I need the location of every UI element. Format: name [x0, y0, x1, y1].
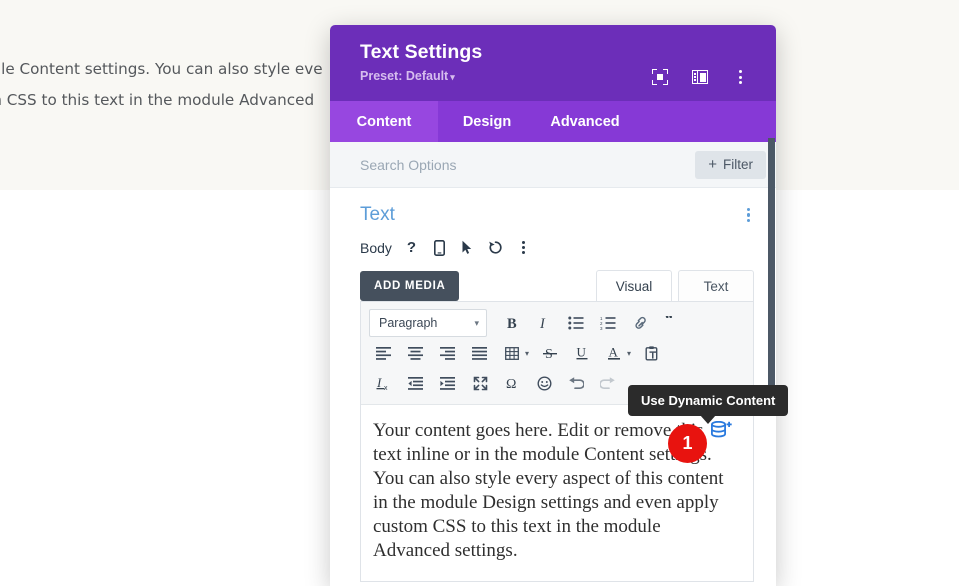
tab-visual[interactable]: Visual	[596, 270, 672, 301]
format-select[interactable]: Paragraph ▾	[369, 309, 487, 337]
panel-layout-icon	[692, 70, 708, 84]
reset-icon[interactable]	[486, 238, 505, 257]
paste-as-text-icon[interactable]	[637, 339, 667, 367]
background-paragraph-line-1: the module Content settings. You can als…	[0, 54, 348, 85]
responsive-icon[interactable]	[430, 238, 449, 257]
editor-toolbar-row-1: Paragraph ▾ B I	[369, 308, 745, 338]
svg-text:Ω: Ω	[506, 377, 516, 391]
table-chevron-down-icon[interactable]: ▾	[525, 349, 529, 358]
screenshot-root: the module Content settings. You can als…	[0, 0, 959, 586]
text-color-chevron-down-icon[interactable]: ▾	[627, 349, 631, 358]
svg-text:U: U	[577, 345, 587, 360]
align-center-icon[interactable]	[401, 339, 431, 367]
section-more-options-icon[interactable]	[747, 208, 750, 223]
redo-icon[interactable]	[593, 369, 623, 397]
svg-text:B: B	[507, 316, 517, 331]
svg-text:3: 3	[600, 326, 603, 330]
field-header-body: Body ?	[330, 226, 776, 257]
modal-scrollbar-track[interactable]	[767, 138, 776, 586]
link-icon[interactable]	[625, 309, 655, 337]
step-badge-1: 1	[668, 424, 707, 463]
section-title: Text	[360, 204, 395, 226]
tab-design[interactable]: Design	[438, 101, 536, 142]
bulleted-list-icon[interactable]	[561, 309, 591, 337]
tab-content[interactable]: Content	[330, 101, 438, 142]
plus-icon: +	[708, 157, 717, 172]
panel-layout-button[interactable]	[680, 65, 720, 89]
emoji-icon[interactable]	[529, 369, 559, 397]
modal-more-options-button[interactable]	[720, 65, 760, 89]
svg-text:I: I	[539, 316, 546, 331]
svg-text:x: x	[384, 385, 388, 391]
chevron-down-icon: ▾	[450, 72, 455, 82]
background-paragraph-line-2: ly custom CSS to this text in the module…	[0, 85, 348, 116]
svg-text:I: I	[376, 375, 382, 390]
field-label: Body	[360, 240, 392, 256]
text-color-icon[interactable]: A	[599, 339, 629, 367]
preset-label: Preset: Default	[360, 69, 448, 83]
field-more-options-icon[interactable]	[514, 238, 533, 257]
use-dynamic-content-icon[interactable]	[710, 421, 732, 441]
chevron-down-icon: ▾	[474, 318, 479, 329]
svg-text:A: A	[609, 345, 619, 360]
indent-icon[interactable]	[433, 369, 463, 397]
filter-button-label: Filter	[723, 157, 753, 172]
search-options-row: + Filter	[330, 142, 776, 188]
tab-advanced[interactable]: Advanced	[536, 101, 634, 142]
align-left-icon[interactable]	[369, 339, 399, 367]
svg-text:“: “	[665, 316, 673, 328]
outdent-icon[interactable]	[401, 369, 431, 397]
modal-header: Text Settings Preset: Default▾	[330, 25, 776, 101]
bold-icon[interactable]: B	[497, 309, 527, 337]
underline-icon[interactable]: U	[567, 339, 597, 367]
table-icon[interactable]	[497, 339, 527, 367]
italic-icon[interactable]: I	[529, 309, 559, 337]
blockquote-icon[interactable]: “	[657, 309, 687, 337]
section-header-text: Text	[330, 188, 776, 226]
editor-view-tabs: Visual Text	[596, 270, 754, 301]
field-icon-group: ?	[402, 238, 533, 257]
strikethrough-icon[interactable]: S	[535, 339, 565, 367]
help-icon[interactable]: ?	[402, 238, 421, 257]
clear-formatting-icon[interactable]: Ix	[369, 369, 399, 397]
numbered-list-icon[interactable]: 1 2 3	[593, 309, 623, 337]
modal-header-actions	[640, 65, 760, 89]
editor-top-row: ADD MEDIA Visual Text	[360, 271, 754, 301]
more-options-icon	[739, 70, 742, 84]
background-paragraph: the module Content settings. You can als…	[0, 54, 348, 116]
dynamic-content-tooltip: Use Dynamic Content	[628, 385, 788, 416]
hover-icon[interactable]	[458, 238, 477, 257]
editor-toolbar-row-2: ▾ S U A ▾	[369, 338, 745, 368]
text-settings-modal: Text Settings Preset: Default▾	[330, 25, 776, 586]
focus-icon	[652, 69, 668, 85]
modal-tabs: Content Design Advanced	[330, 101, 776, 142]
fullscreen-icon[interactable]	[465, 369, 495, 397]
focus-button[interactable]	[640, 65, 680, 89]
tab-text[interactable]: Text	[678, 270, 754, 301]
undo-icon[interactable]	[561, 369, 591, 397]
modal-title: Text Settings	[360, 40, 758, 65]
add-media-button[interactable]: ADD MEDIA	[360, 271, 459, 301]
modal-scrollbar-thumb[interactable]	[768, 138, 775, 390]
search-input[interactable]	[360, 157, 695, 173]
align-right-icon[interactable]	[433, 339, 463, 367]
special-character-icon[interactable]: Ω	[497, 369, 527, 397]
format-select-value: Paragraph	[379, 316, 437, 330]
align-justify-icon[interactable]	[465, 339, 495, 367]
filter-button[interactable]: + Filter	[695, 151, 766, 179]
